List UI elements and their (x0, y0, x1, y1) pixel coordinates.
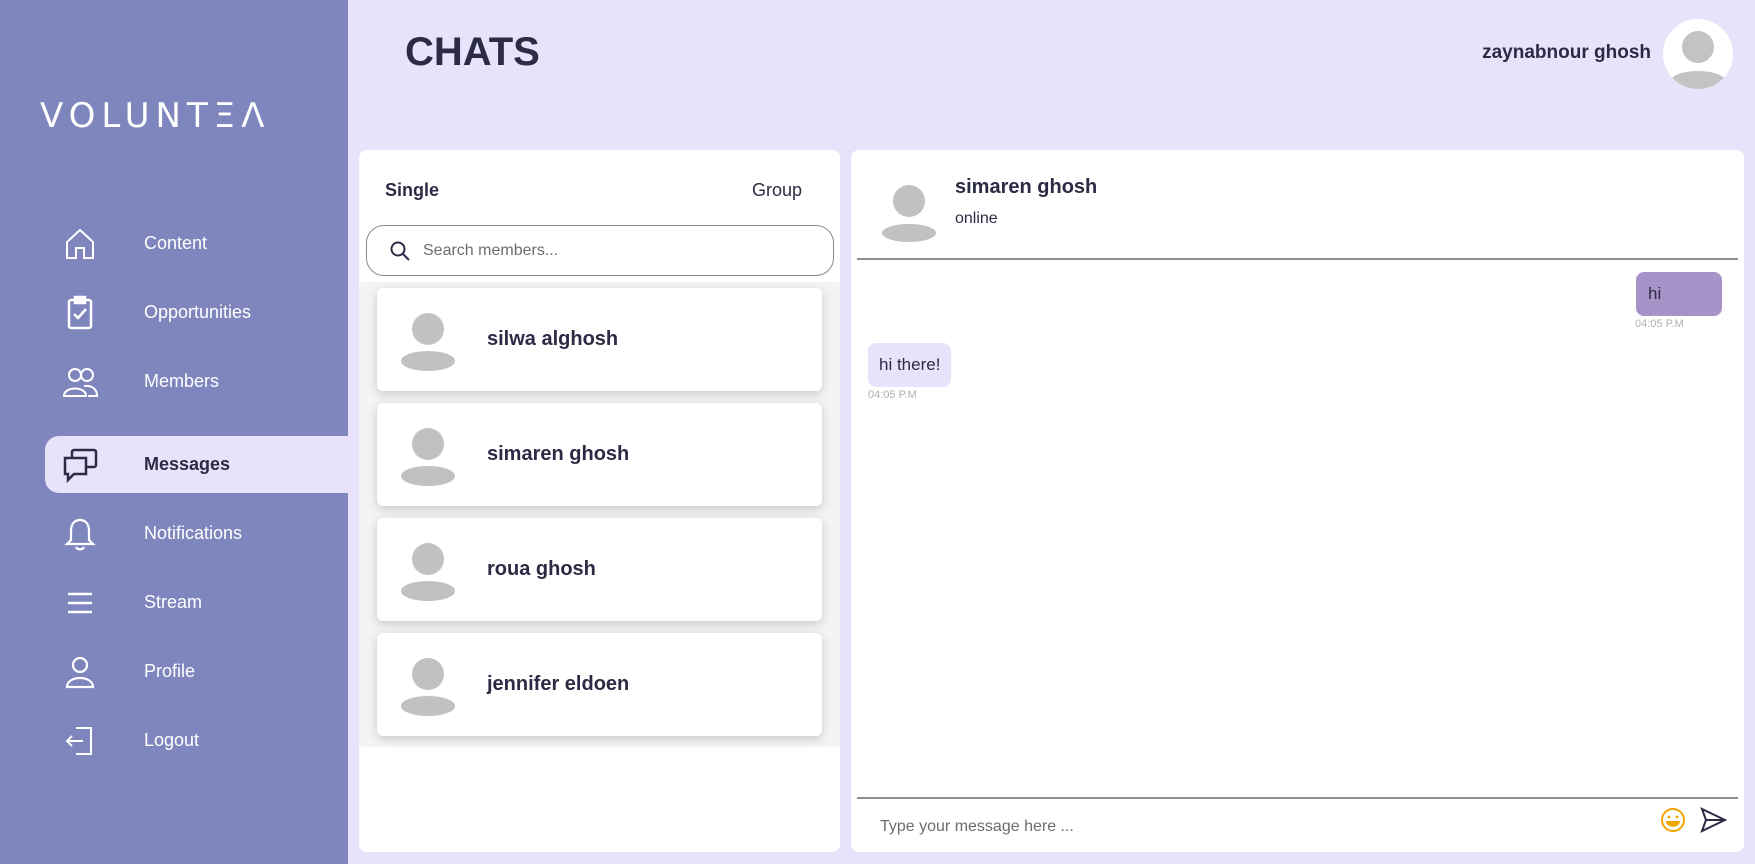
sidebar-item-label: Stream (144, 592, 203, 612)
sidebar-item-messages[interactable]: Messages (45, 436, 348, 493)
sidebar-item-notifications[interactable]: Notifications (45, 505, 348, 562)
list-item[interactable]: roua ghosh (377, 518, 822, 621)
message-timestamp: 04:05 P.M (868, 389, 917, 401)
users-icon (58, 360, 102, 404)
bell-icon (58, 512, 102, 556)
chat-list-panel: Single Group silwa alghosh simaren ghosh… (359, 150, 840, 852)
sidebar-item-label: Content (144, 233, 208, 253)
chat-icon (58, 443, 102, 487)
emoji-icon[interactable] (1658, 805, 1688, 835)
sidebar-item-stream[interactable]: Stream (45, 574, 348, 631)
contact-status: online (955, 210, 998, 227)
list-item[interactable]: silwa alghosh (377, 288, 822, 391)
home-icon (58, 222, 102, 266)
avatar-placeholder-icon (1671, 31, 1725, 89)
divider (857, 258, 1738, 260)
member-list: silwa alghosh simaren ghosh roua ghosh j… (359, 282, 840, 747)
incoming-message: hi there! (868, 343, 952, 387)
divider (857, 797, 1738, 799)
search-input[interactable] (423, 241, 803, 260)
sidebar-item-opportunities[interactable]: Opportunities (45, 284, 348, 341)
tab-group[interactable]: Group (752, 180, 802, 201)
menu-icon (58, 581, 102, 625)
chat-type-tabs: Single Group (359, 180, 840, 210)
search-icon (390, 241, 410, 261)
logout-icon (58, 719, 102, 763)
sidebar-item-profile[interactable]: Profile (45, 643, 348, 700)
sidebar-item-label: Notifications (144, 523, 243, 543)
app-logo[interactable]: VOLUNTΞΛ (40, 96, 271, 136)
avatar (401, 312, 455, 371)
member-search (366, 225, 834, 276)
avatar (882, 185, 936, 242)
outgoing-message: hi (1636, 272, 1722, 316)
sidebar-item-label: Logout (144, 730, 200, 750)
sidebar-item-label: Members (144, 371, 220, 391)
member-name: simaren ghosh (487, 443, 630, 465)
page-title: CHATS (405, 30, 540, 74)
sidebar-item-logout[interactable]: Logout (45, 712, 348, 769)
clipboard-check-icon (58, 291, 102, 335)
sidebar-item-label: Messages (144, 454, 231, 474)
member-name: jennifer eldoen (487, 673, 630, 695)
send-icon[interactable] (1698, 805, 1728, 835)
list-item[interactable]: jennifer eldoen (377, 633, 822, 736)
conversation-panel: simaren ghosh online hi 04:05 P.M hi the… (851, 150, 1744, 852)
avatar[interactable] (1663, 19, 1733, 89)
sidebar-item-label: Profile (144, 661, 196, 681)
message-input[interactable] (880, 812, 1640, 842)
sidebar-item-members[interactable]: Members (45, 353, 348, 410)
sidebar-item-content[interactable]: Content (45, 215, 348, 272)
avatar (401, 427, 455, 486)
message-timestamp: 04:05 P.M (1635, 318, 1684, 330)
member-name: silwa alghosh (487, 328, 619, 350)
sidebar: VOLUNTΞΛ Content Opportunities Members M… (0, 0, 348, 864)
sidebar-item-label: Opportunities (144, 302, 252, 322)
member-name: roua ghosh (487, 558, 596, 580)
contact-name: simaren ghosh (955, 176, 1098, 198)
avatar (401, 542, 455, 601)
tab-single[interactable]: Single (385, 180, 439, 201)
list-item[interactable]: simaren ghosh (377, 403, 822, 506)
user-icon (58, 650, 102, 694)
avatar (401, 657, 455, 716)
current-user-name: zaynabnour ghosh (1482, 42, 1651, 63)
